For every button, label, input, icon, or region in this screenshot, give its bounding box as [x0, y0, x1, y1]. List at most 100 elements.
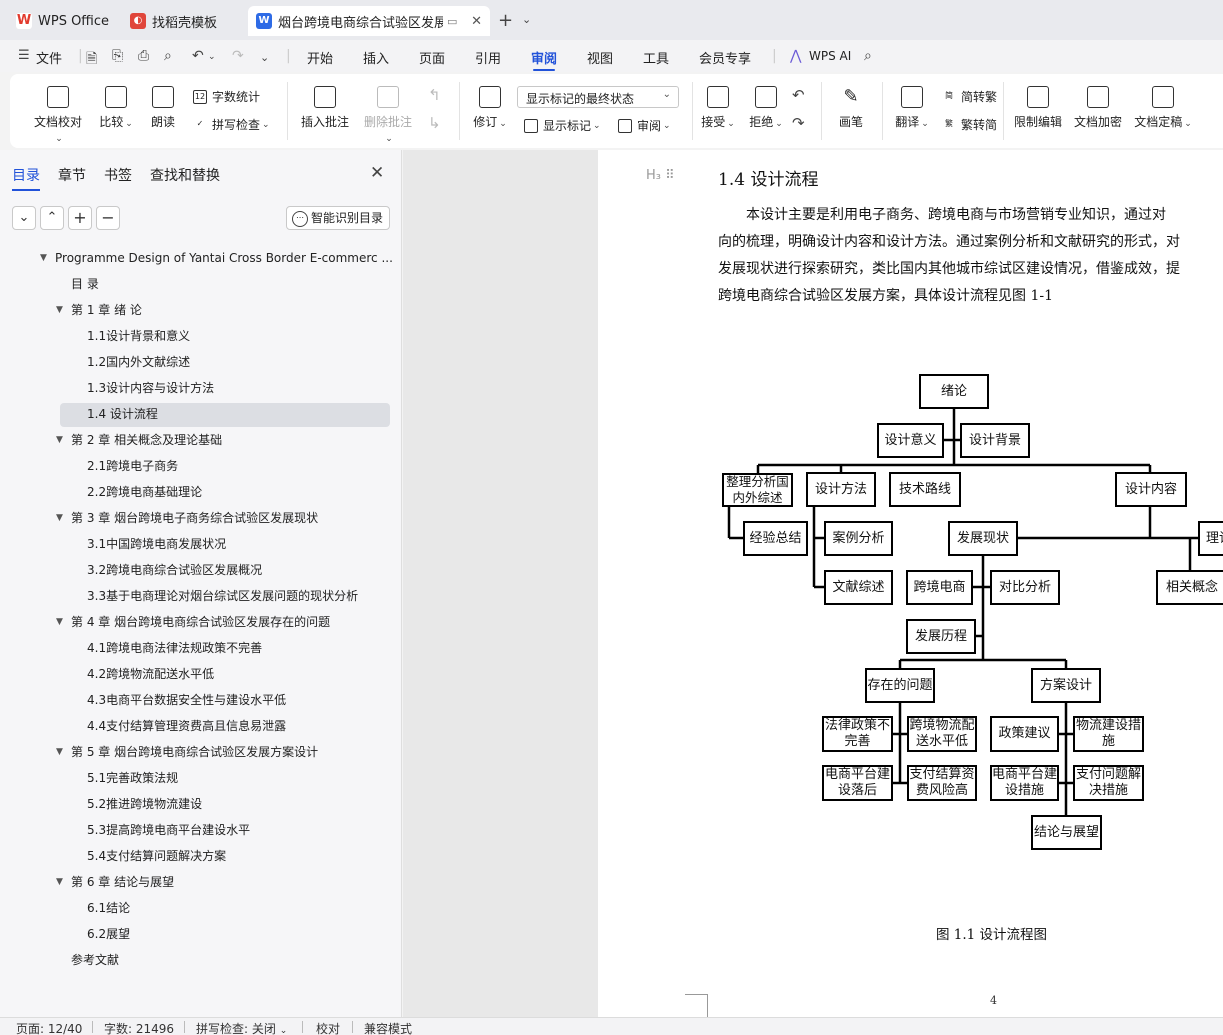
encrypt-button[interactable]: 文档加密 [1073, 86, 1123, 130]
toc-item[interactable]: 6.2展望 [87, 922, 130, 946]
toc-item[interactable]: 4.3电商平台数据安全性与建设水平低 [87, 688, 286, 712]
menu-tools[interactable]: 工具 [643, 48, 669, 67]
word-count-button[interactable]: 12 字数统计 [193, 88, 260, 105]
undo-icon[interactable]: ↶ [192, 48, 204, 64]
smart-toc-button[interactable]: 智能识别目录 [286, 206, 390, 230]
finalize-button[interactable]: 文档定稿 ⌄ [1133, 86, 1193, 130]
menu-review[interactable]: 审阅 [531, 48, 557, 71]
toc-item[interactable]: 第 5 章 烟台跨境电商综合试验区发展方案设计 [71, 740, 318, 764]
undo-dropdown-icon[interactable]: ⌄ [208, 52, 216, 62]
expand-arrow-icon[interactable]: ▼ [56, 740, 63, 764]
toc-item[interactable]: 5.2推进跨境物流建设 [87, 792, 202, 816]
toc-item[interactable]: 目 录 [71, 272, 99, 296]
status-word-count[interactable]: 字数: 21496 [104, 1020, 174, 1035]
remove-heading-icon[interactable]: − [96, 206, 120, 230]
read-aloud-button[interactable]: 朗读 [148, 86, 178, 130]
restrict-edit-button[interactable]: 限制编辑 [1013, 86, 1063, 130]
nav-tab-toc[interactable]: 目录 [12, 165, 40, 191]
toc-item[interactable]: 4.1跨境电商法律法规政策不完善 [87, 636, 262, 660]
menu-wps-ai[interactable]: WPS AI [809, 49, 851, 63]
close-icon[interactable]: ✕ [370, 163, 384, 183]
menu-page[interactable]: 页面 [419, 48, 445, 67]
hamburger-icon[interactable]: ☰ [18, 48, 30, 63]
tab-document[interactable]: W 烟台跨境电商综合试验区发展方 ▭ ✕ [248, 6, 490, 36]
toc-item[interactable]: 第 1 章 绪 论 [71, 298, 142, 322]
accept-button[interactable]: 接受 ⌄ [700, 86, 736, 130]
new-tab-icon[interactable]: + [498, 10, 513, 31]
add-heading-icon[interactable]: + [68, 206, 92, 230]
toc-item[interactable]: 参考文献 [71, 948, 119, 972]
flow-node-literature: 文献综述 [824, 570, 893, 605]
insert-comment-button[interactable]: 插入批注 [300, 86, 350, 130]
markup-state-select[interactable]: 显示标记的最终状态 ⌄ [517, 86, 679, 108]
menu-home[interactable]: 开始 [307, 48, 333, 67]
tab-wps-office[interactable]: W WPS Office [8, 6, 118, 36]
toc-item[interactable]: 第 6 章 结论与展望 [71, 870, 174, 894]
next-change-icon[interactable]: ↷ [792, 114, 805, 132]
toc-item[interactable]: 2.2跨境电商基础理论 [87, 480, 202, 504]
toc-item[interactable]: 第 4 章 烟台跨境电商综合试验区发展存在的问题 [71, 610, 330, 634]
status-page[interactable]: 页面: 12/40 [16, 1020, 82, 1035]
show-markup-button[interactable]: 显示标记 ⌄ [524, 117, 601, 134]
toc-item[interactable]: 3.3基于电商理论对烟台综试区发展问题的现状分析 [87, 584, 358, 608]
toc-item[interactable]: 4.2跨境物流配送水平低 [87, 662, 214, 686]
expand-arrow-icon[interactable]: ▼ [56, 428, 63, 452]
menu-insert[interactable]: 插入 [363, 48, 389, 67]
menu-member[interactable]: 会员专享 [699, 48, 751, 67]
heading-marker-icon[interactable]: H₃ ⠿ [646, 168, 675, 183]
toc-item[interactable]: 3.1中国跨境电商发展状况 [87, 532, 226, 556]
expand-arrow-icon[interactable]: ▼ [40, 246, 47, 270]
share-icon[interactable]: ⎘ [112, 48, 123, 64]
toc-item[interactable]: 2.1跨境电子商务 [87, 454, 178, 478]
spell-check-button[interactable]: ✓ 拼写检查 ⌄ [193, 116, 270, 133]
simp-to-trad-button[interactable]: 简 简转繁 [942, 88, 997, 105]
compare-button[interactable]: 比较 ⌄ [96, 86, 136, 130]
expand-up-icon[interactable]: ⌃ [40, 206, 64, 230]
doc-check-button[interactable]: 文档校对⌄ [30, 86, 86, 144]
menu-reference[interactable]: 引用 [475, 48, 501, 67]
status-proofread[interactable]: 校对 [316, 1020, 340, 1035]
nav-tab-find-replace[interactable]: 查找和替换 [150, 165, 220, 185]
toc-item[interactable]: 5.1完善政策法规 [87, 766, 178, 790]
close-tab-icon[interactable]: ✕ [471, 14, 482, 29]
collapse-down-icon[interactable]: ⌄ [12, 206, 36, 230]
toc-item[interactable]: 5.4支付结算问题解决方案 [87, 844, 226, 868]
toc-item[interactable]: 6.1结论 [87, 896, 130, 920]
print-icon[interactable]: ⎙ [138, 48, 149, 64]
translate-label: 翻译 [895, 115, 920, 129]
menu-file[interactable]: 文件 [36, 48, 62, 67]
expand-arrow-icon[interactable]: ▼ [56, 870, 63, 894]
toc-item[interactable]: 1.1设计背景和意义 [87, 324, 190, 348]
translate-button[interactable]: 翻译 ⌄ [894, 86, 930, 130]
expand-arrow-icon[interactable]: ▼ [56, 298, 63, 322]
revise-button[interactable]: 修订 ⌄ [470, 86, 510, 130]
toc-item[interactable]: 1.3设计内容与设计方法 [87, 376, 214, 400]
toc-item[interactable]: 第 3 章 烟台跨境电子商务综合试验区发展现状 [71, 506, 318, 530]
save-icon[interactable]: 🗎 [86, 48, 97, 72]
body-paragraph[interactable]: 本设计主要是利用电子商务、跨境电商与市场营销专业知识，通过对 向的梳理，明确设计… [718, 202, 1223, 312]
search-icon[interactable]: ⌕ [864, 48, 872, 64]
trad-to-simp-button[interactable]: 繁 繁转简 [942, 116, 997, 133]
toc-item[interactable]: 1.2国内外文献综述 [87, 350, 190, 374]
toc-item[interactable]: Programme Design of Yantai Cross Border … [55, 246, 393, 270]
tab-list-chevron-icon[interactable]: ⌄ [522, 13, 531, 26]
print-preview-icon[interactable]: ⌕ [164, 48, 172, 64]
toc-item[interactable]: 3.2跨境电商综合试验区发展概况 [87, 558, 262, 582]
menu-view[interactable]: 视图 [587, 48, 613, 67]
pen-button[interactable]: ✎ 画笔 [836, 86, 866, 130]
status-spell-check[interactable]: 拼写检查: 关闭 ⌄ [196, 1020, 287, 1035]
expand-arrow-icon[interactable]: ▼ [56, 506, 63, 530]
toc-item[interactable]: 第 2 章 相关概念及理论基础 [71, 428, 222, 452]
section-heading[interactable]: 1.4 设计流程 [718, 165, 818, 190]
reject-button[interactable]: 拒绝 ⌄ [748, 86, 784, 130]
toc-item[interactable]: 5.3提高跨境电商平台建设水平 [87, 818, 250, 842]
toc-item[interactable]: 4.4支付结算管理资费高且信息易泄露 [87, 714, 286, 738]
expand-arrow-icon[interactable]: ▼ [56, 610, 63, 634]
toc-item[interactable]: 1.4 设计流程 [87, 402, 158, 426]
tab-docer-templates[interactable]: ◐ 找稻壳模板 [122, 6, 244, 36]
nav-tab-sections[interactable]: 章节 [58, 165, 86, 185]
nav-tab-bookmarks[interactable]: 书签 [104, 165, 132, 185]
more-chevron-icon[interactable]: ⌄ [260, 51, 269, 64]
prev-change-icon[interactable]: ↶ [792, 86, 805, 104]
review-pane-button[interactable]: 审阅 ⌄ [618, 117, 671, 134]
